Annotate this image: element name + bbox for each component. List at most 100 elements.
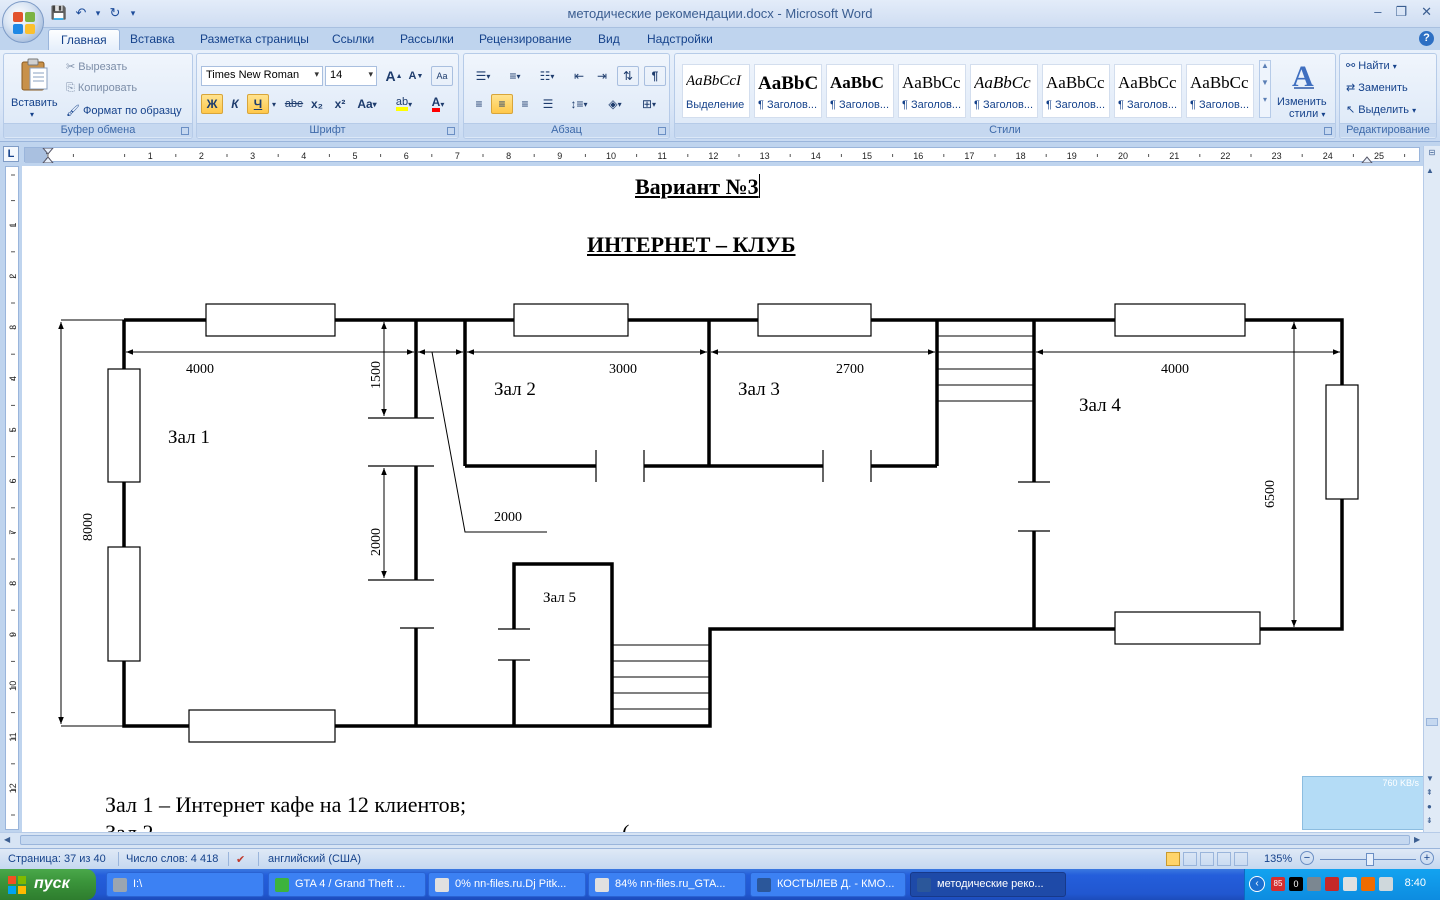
taskbar-item-active[interactable]: методические реко...	[910, 872, 1066, 897]
align-center-button[interactable]: ≡	[491, 94, 513, 114]
right-indent-marker-icon[interactable]	[1360, 156, 1374, 164]
outline-icon[interactable]	[1217, 852, 1231, 866]
style-heading-7[interactable]: AaBbCc ¶ Заголов...	[1186, 64, 1254, 118]
horizontal-scrollbar[interactable]: ◀ ▶	[0, 832, 1440, 848]
style-heading-3[interactable]: AaBbCc ¶ Заголов...	[898, 64, 966, 118]
align-left-button[interactable]: ≡	[468, 94, 490, 114]
styles-up-icon[interactable]: ▲	[1260, 61, 1270, 70]
replace-button[interactable]: ⇄ Заменить	[1346, 81, 1408, 94]
taskbar-item[interactable]: I:\	[106, 872, 264, 897]
numbering-button[interactable]: ≡ ▾	[500, 66, 530, 86]
copy-button[interactable]: ⎘ Копировать	[66, 82, 137, 95]
zoom-out-icon[interactable]: −	[1300, 851, 1314, 865]
decrease-indent-button[interactable]: ⇤	[568, 66, 590, 86]
styles-launcher-icon[interactable]	[1324, 127, 1332, 135]
language-indicator[interactable]: английский (США)	[268, 853, 361, 865]
taskbar-item[interactable]: 84% nn-files.ru_GTA...	[588, 872, 746, 897]
horizontal-scroll-thumb[interactable]	[20, 835, 1410, 845]
print-layout-icon[interactable]	[1166, 852, 1180, 866]
highlight-button[interactable]: ab ▾	[389, 94, 419, 114]
italic-button[interactable]: К	[224, 94, 246, 114]
style-heading-6[interactable]: AaBbCc ¶ Заголов...	[1114, 64, 1182, 118]
vertical-scroll-thumb[interactable]	[1426, 718, 1438, 726]
taskbar-item[interactable]: 0% nn-files.ru.Dj Pitk...	[428, 872, 586, 897]
word-count[interactable]: Число слов: 4 418	[126, 853, 218, 865]
sort-button[interactable]: ⇅	[617, 66, 639, 86]
help-icon[interactable]: ?	[1419, 31, 1434, 46]
zoom-in-icon[interactable]: +	[1420, 851, 1434, 865]
taskbar-item[interactable]: КОСТЫЛЕВ Д. - КМО...	[750, 872, 906, 897]
tab-home[interactable]: Главная	[48, 29, 120, 51]
scroll-right-icon[interactable]: ▶	[1414, 835, 1420, 844]
tray-volume-icon[interactable]	[1379, 877, 1393, 891]
change-case-button[interactable]: Aa ▾	[353, 94, 381, 114]
strikethrough-button[interactable]: abe	[283, 94, 305, 114]
draft-icon[interactable]	[1234, 852, 1248, 866]
tab-references[interactable]: Ссылки	[332, 32, 374, 46]
vertical-scrollbar[interactable]: ⊟ ▲ ▼ ⇞ ● ⇟	[1423, 146, 1440, 832]
tab-view[interactable]: Вид	[598, 32, 620, 46]
start-button[interactable]: пуск	[0, 869, 96, 900]
taskbar-item[interactable]: GTA 4 / Grand Theft ...	[268, 872, 426, 897]
next-page-icon[interactable]: ⇟	[1426, 816, 1433, 825]
shrink-font-button[interactable]: A ▼	[405, 66, 427, 86]
tray-network-icon[interactable]	[1307, 877, 1321, 891]
style-heading-1[interactable]: AaBbC ¶ Заголов...	[754, 64, 822, 118]
vertical-ruler[interactable]: 1 2 3 4 5 6 7 8 9 10 11 12	[5, 166, 19, 830]
paragraph-launcher-icon[interactable]	[658, 127, 666, 135]
close-icon[interactable]: ✕	[1421, 4, 1432, 20]
proofing-icon[interactable]: ✔	[236, 853, 245, 866]
horizontal-ruler[interactable]: 1 1 2 3 4 5 6 7 8 9 10 11 12 13 14 15 16 17 18 19 20 21 22 23 24…	[24, 147, 1435, 164]
format-painter-button[interactable]: 🖌 Формат по образцу	[66, 104, 182, 117]
tab-addins[interactable]: Надстройки	[647, 32, 713, 46]
style-heading-2[interactable]: AaBbC ¶ Заголов...	[826, 64, 894, 118]
previous-page-icon[interactable]: ⇞	[1426, 788, 1433, 797]
zoom-level[interactable]: 135%	[1264, 853, 1292, 865]
clock[interactable]: 8:40	[1405, 877, 1426, 889]
style-emphasis[interactable]: AaBbCcI Выделение	[682, 64, 750, 118]
cut-button[interactable]: ✂ Вырезать	[66, 60, 127, 73]
change-styles-button[interactable]: A Изменить стили ▾	[1275, 58, 1333, 122]
bullets-button[interactable]: ☰ ▾	[468, 66, 498, 86]
tab-insert[interactable]: Вставка	[130, 32, 175, 46]
tray-counter-icon[interactable]: 0	[1289, 877, 1303, 891]
tab-page-layout[interactable]: Разметка страницы	[200, 32, 309, 46]
ruler-toggle-icon[interactable]: ⊟	[1426, 148, 1438, 162]
font-name-combo[interactable]: Times New Roman	[201, 66, 323, 86]
find-button[interactable]: ⚯ Найти ▾	[1346, 59, 1397, 72]
paste-button[interactable]: Вставить ▾	[8, 56, 60, 122]
tray-app-icon[interactable]	[1325, 877, 1339, 891]
restore-icon[interactable]: ❐	[1395, 4, 1407, 20]
clear-formatting-icon[interactable]: Aa	[431, 66, 453, 86]
underline-button[interactable]: Ч	[247, 94, 269, 114]
tray-expand-icon[interactable]: ‹	[1249, 876, 1265, 892]
styles-more-icon[interactable]: ▾	[1260, 95, 1270, 104]
scroll-down-icon[interactable]: ▼	[1426, 774, 1434, 783]
full-screen-reading-icon[interactable]	[1183, 852, 1197, 866]
zoom-slider-thumb[interactable]	[1366, 853, 1374, 866]
document-page[interactable]: Вариант №3 ИНТЕРНЕТ – КЛУБ 4000 1500 300…	[22, 166, 1423, 832]
styles-scroller[interactable]: ▲ ▼ ▾	[1259, 60, 1271, 118]
font-color-button[interactable]: A ▾	[423, 94, 453, 114]
font-size-combo[interactable]: 14	[325, 66, 377, 86]
browse-object-icon[interactable]: ●	[1427, 802, 1432, 811]
bold-button[interactable]: Ж	[201, 94, 223, 114]
tab-selector[interactable]: L	[3, 146, 19, 162]
office-button[interactable]	[2, 1, 44, 43]
align-right-button[interactable]: ≡	[514, 94, 536, 114]
increase-indent-button[interactable]: ⇥	[591, 66, 613, 86]
tray-antivirus-icon[interactable]: 85	[1271, 877, 1285, 891]
tab-mailings[interactable]: Рассылки	[400, 32, 454, 46]
multilevel-list-button[interactable]: ☷ ▾	[532, 66, 562, 86]
select-button[interactable]: ↖ Выделить ▾	[1346, 103, 1416, 116]
page-indicator[interactable]: Страница: 37 из 40	[8, 853, 106, 865]
web-layout-icon[interactable]	[1200, 852, 1214, 866]
style-heading-4[interactable]: AaBbCc ¶ Заголов...	[970, 64, 1038, 118]
subscript-button[interactable]: x₂	[306, 94, 328, 114]
justify-button[interactable]: ☰	[537, 94, 559, 114]
shading-button[interactable]: ◈ ▾	[600, 94, 630, 114]
grow-font-button[interactable]: A ▲	[383, 66, 405, 86]
style-heading-5[interactable]: AaBbCc ¶ Заголов...	[1042, 64, 1110, 118]
font-launcher-icon[interactable]	[447, 127, 455, 135]
scroll-left-icon[interactable]: ◀	[4, 835, 10, 844]
